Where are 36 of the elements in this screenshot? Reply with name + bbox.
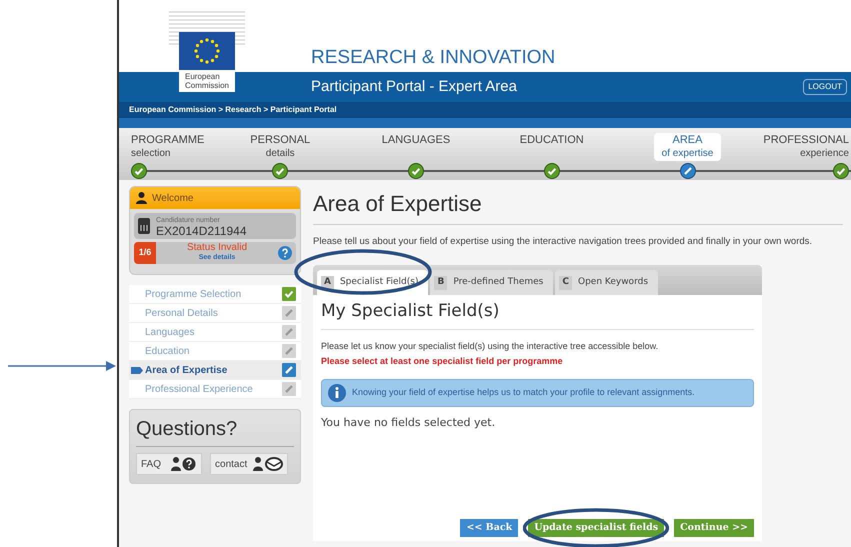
instruction-text: Please let us know your specialist field(s) using the interactive tree accessible below.	[321, 340, 660, 353]
person-question-icon	[171, 457, 198, 471]
pointer-icon	[131, 366, 143, 374]
faq-button[interactable]: FAQ	[136, 453, 202, 475]
info-icon	[328, 384, 346, 402]
step-tab[interactable]: LANGUAGES	[374, 133, 458, 148]
info-banner: Knowing your field of expertise helps us to match your profile to relevant assignments.	[321, 378, 754, 407]
site-title: RESEARCH & INNOVATION	[311, 46, 556, 70]
tab[interactable]: B Pre-defined Themes	[430, 270, 554, 296]
panel-title: My Specialist Field(s)	[321, 300, 500, 324]
portal-subtitle: Participant Portal - Expert Area	[311, 76, 517, 97]
empty-message: You have no fields selected yet.	[321, 414, 496, 431]
person-icon	[136, 192, 147, 204]
nav-item[interactable]: Area of Expertise	[129, 361, 301, 380]
step-tab[interactable]: PROFESSIONAL experience	[755, 133, 849, 161]
tab[interactable]: C Open Keywords	[555, 270, 658, 296]
questions-title: Questions?	[136, 414, 294, 447]
welcome-label: Welcome	[152, 192, 194, 206]
step-tab[interactable]: PROGRAMME selection	[131, 133, 212, 161]
id-card-icon	[138, 218, 150, 234]
step-tab[interactable]: AREA of expertise	[654, 133, 722, 161]
intro-text: Please tell us about your field of expertise using the interactive navigation trees provided and finally in your own words.	[313, 235, 814, 249]
eu-flag-icon	[179, 32, 235, 70]
help-icon[interactable]	[278, 246, 292, 260]
warning-text: Please select at least one specialist field per programme	[321, 355, 564, 368]
logout-button[interactable]: LOGOUT	[803, 79, 847, 95]
step-tab[interactable]: EDUCATION	[512, 133, 592, 148]
contact-button[interactable]: contact	[210, 453, 288, 475]
back-button[interactable]: << Back	[460, 519, 518, 537]
person-mail-icon	[253, 457, 284, 471]
progress-badge: 1/6	[134, 242, 156, 264]
page-title: Area of Expertise	[313, 190, 483, 218]
status-text: Status Invalid	[186, 243, 248, 253]
candidature-number: EX2014D211944	[156, 226, 247, 237]
step-tab[interactable]: PERSONAL details	[242, 133, 318, 161]
logo-caption: European Commission	[185, 72, 229, 90]
